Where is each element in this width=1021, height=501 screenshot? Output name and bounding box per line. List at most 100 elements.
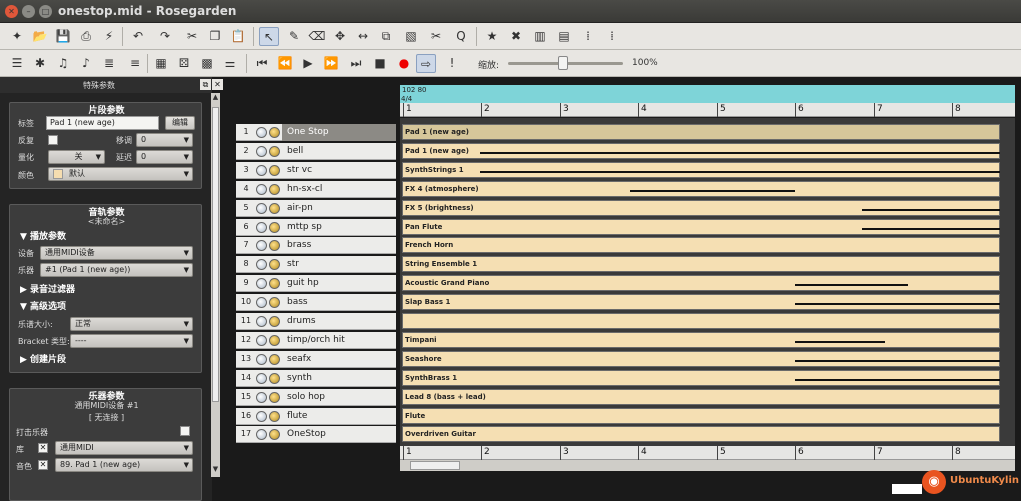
segment[interactable]: Lead 8 (bass + lead) bbox=[402, 388, 1000, 405]
open-file-icon[interactable]: 📂 bbox=[30, 27, 50, 46]
track-name[interactable]: solo hop bbox=[282, 389, 396, 406]
new-file-icon[interactable]: ✦ bbox=[7, 27, 27, 46]
segment[interactable]: Seashore bbox=[402, 350, 1000, 367]
record-filter-expander[interactable]: ▶ 录音过滤器 bbox=[20, 282, 75, 295]
notation-editor-icon[interactable]: ▤ bbox=[554, 27, 574, 46]
delete-track-icon[interactable]: ✖ bbox=[506, 27, 526, 46]
tempo-icon[interactable]: ≡ bbox=[125, 54, 145, 73]
record-led-icon[interactable] bbox=[269, 164, 280, 176]
mute-led-icon[interactable] bbox=[256, 164, 267, 176]
track-name[interactable]: bell bbox=[282, 143, 396, 160]
event-list-icon[interactable]: ≣ bbox=[99, 54, 119, 73]
track-name[interactable]: timp/orch hit bbox=[282, 332, 396, 349]
record-led-icon[interactable] bbox=[269, 202, 280, 214]
record-led-icon[interactable] bbox=[269, 297, 280, 309]
maximize-window-button[interactable]: □ bbox=[39, 5, 52, 18]
track-row[interactable]: 6 mttp sp bbox=[236, 218, 396, 236]
draw-tool-icon[interactable]: ✎ bbox=[284, 27, 304, 46]
bar-ruler-top[interactable]: 1 2 3 4 5 6 7 8 bbox=[400, 103, 1015, 117]
percussion-icon[interactable]: ♪ bbox=[76, 54, 96, 73]
track-row[interactable]: 9 guit hp bbox=[236, 275, 396, 293]
record-led-icon[interactable] bbox=[269, 221, 280, 233]
edit-label-button[interactable]: 编辑 bbox=[165, 116, 195, 130]
minimize-window-button[interactable]: – bbox=[22, 5, 35, 18]
quantize-icon[interactable]: Q bbox=[451, 27, 471, 46]
segment[interactable]: Overdriven Guitar bbox=[402, 426, 1000, 443]
segment[interactable]: Timpani bbox=[402, 331, 1000, 348]
program-select[interactable]: 89. Pad 1 (new age) ▼ bbox=[55, 458, 193, 472]
track-row[interactable]: 3 str vc bbox=[236, 161, 396, 179]
fast-forward-icon[interactable]: ⏩ bbox=[321, 54, 341, 73]
mute-led-icon[interactable] bbox=[256, 391, 267, 403]
mute-led-icon[interactable] bbox=[256, 429, 267, 441]
program-enable-checkbox[interactable]: ✕ bbox=[38, 460, 48, 470]
track-row[interactable]: 1 One Stop bbox=[236, 124, 396, 141]
split-tool-icon[interactable]: ⧉ bbox=[376, 27, 396, 46]
record-led-icon[interactable] bbox=[269, 145, 280, 157]
track-row[interactable]: 7 brass bbox=[236, 237, 396, 255]
go-to-start-icon[interactable]: ⏮ bbox=[252, 54, 272, 73]
segment[interactable]: FX 4 (atmosphere) bbox=[402, 180, 1000, 197]
record-led-icon[interactable] bbox=[269, 391, 280, 403]
join-tool-icon[interactable]: ▧ bbox=[401, 27, 421, 46]
split-segment-icon[interactable]: ✂ bbox=[426, 27, 446, 46]
record-icon[interactable]: ● bbox=[394, 54, 414, 73]
record-led-icon[interactable] bbox=[269, 183, 280, 195]
panel-vertical-scrollbar[interactable]: ▲ ▼ bbox=[211, 93, 220, 477]
record-led-icon[interactable] bbox=[269, 334, 280, 346]
mixer-faders-icon[interactable]: ⚌ bbox=[220, 54, 240, 73]
mute-led-icon[interactable] bbox=[256, 278, 267, 290]
track-name[interactable]: hn-sx-cl bbox=[282, 181, 396, 198]
create-segment-expander[interactable]: ▶ 创建片段 bbox=[20, 352, 66, 365]
resize-tool-icon[interactable]: ↔ bbox=[353, 27, 373, 46]
bank-select[interactable]: 通用MIDI ▼ bbox=[55, 441, 193, 455]
mute-led-icon[interactable] bbox=[256, 410, 267, 422]
add-track-icon[interactable]: ★ bbox=[482, 27, 502, 46]
track-name[interactable]: mttp sp bbox=[282, 219, 396, 236]
segment[interactable]: Flute bbox=[402, 407, 1000, 424]
record-led-icon[interactable] bbox=[269, 127, 280, 138]
record-led-icon[interactable] bbox=[269, 240, 280, 252]
bracket-type-select[interactable]: ---- ▼ bbox=[70, 334, 193, 348]
save-file-icon[interactable]: 💾 bbox=[53, 27, 73, 46]
track-name[interactable]: drums bbox=[282, 313, 396, 330]
mute-led-icon[interactable] bbox=[256, 297, 267, 309]
track-row[interactable]: 12 timp/orch hit bbox=[236, 331, 396, 349]
segment[interactable]: Acoustic Grand Piano bbox=[402, 275, 1000, 292]
track-row[interactable]: 10 bass bbox=[236, 294, 396, 312]
undo-icon[interactable]: ↶ bbox=[128, 27, 148, 46]
cut-icon[interactable]: ✂ bbox=[182, 27, 202, 46]
track-row[interactable]: 4 hn-sx-cl bbox=[236, 180, 396, 198]
segment[interactable]: Pan Flute bbox=[402, 218, 1000, 235]
scrollbar-thumb[interactable] bbox=[410, 461, 460, 470]
color-select[interactable]: 默认 ▼ bbox=[48, 167, 193, 181]
go-to-end-icon[interactable]: ⏭ bbox=[346, 54, 366, 73]
track-row[interactable]: 14 synth bbox=[236, 369, 396, 387]
loop-icon[interactable]: ⇨ bbox=[416, 54, 436, 73]
track-name[interactable]: air-pn bbox=[282, 200, 396, 217]
repeat-checkbox[interactable] bbox=[48, 135, 58, 145]
erase-tool-icon[interactable]: ⌫ bbox=[307, 27, 327, 46]
record-led-icon[interactable] bbox=[269, 259, 280, 271]
scrollbar-thumb[interactable] bbox=[212, 107, 219, 402]
track-row[interactable]: 16 flute bbox=[236, 407, 396, 425]
segment[interactable]: String Ensemble 1 bbox=[402, 256, 1000, 273]
move-track-down-icon[interactable]: ⁞ bbox=[602, 27, 622, 46]
segment[interactable]: French Horn bbox=[402, 237, 1000, 254]
track-row[interactable]: 11 drums bbox=[236, 313, 396, 330]
segment[interactable]: FX 5 (brightness) bbox=[402, 199, 1000, 216]
record-led-icon[interactable] bbox=[269, 353, 280, 365]
track-row[interactable]: 2 bell bbox=[236, 142, 396, 160]
float-panel-icon[interactable]: ⧉ bbox=[200, 79, 211, 90]
bar-ruler-bottom[interactable]: 1 2 3 4 5 6 7 8 bbox=[400, 446, 1015, 460]
instrument-select[interactable]: #1 (Pad 1 (new age)) ▼ bbox=[40, 263, 193, 277]
track-row[interactable]: 17 OneStop bbox=[236, 426, 396, 444]
record-led-icon[interactable] bbox=[269, 316, 280, 327]
rewind-icon[interactable]: ⏪ bbox=[275, 54, 295, 73]
mute-led-icon[interactable] bbox=[256, 240, 267, 252]
segment[interactable]: Pad 1 (new age) bbox=[402, 142, 1000, 159]
track-editor-icon[interactable]: ☰ bbox=[7, 54, 27, 73]
close-window-button[interactable]: ✕ bbox=[5, 5, 18, 18]
percussion-checkbox[interactable] bbox=[180, 426, 190, 436]
segment-label-field[interactable]: Pad 1 (new age) bbox=[46, 116, 159, 130]
